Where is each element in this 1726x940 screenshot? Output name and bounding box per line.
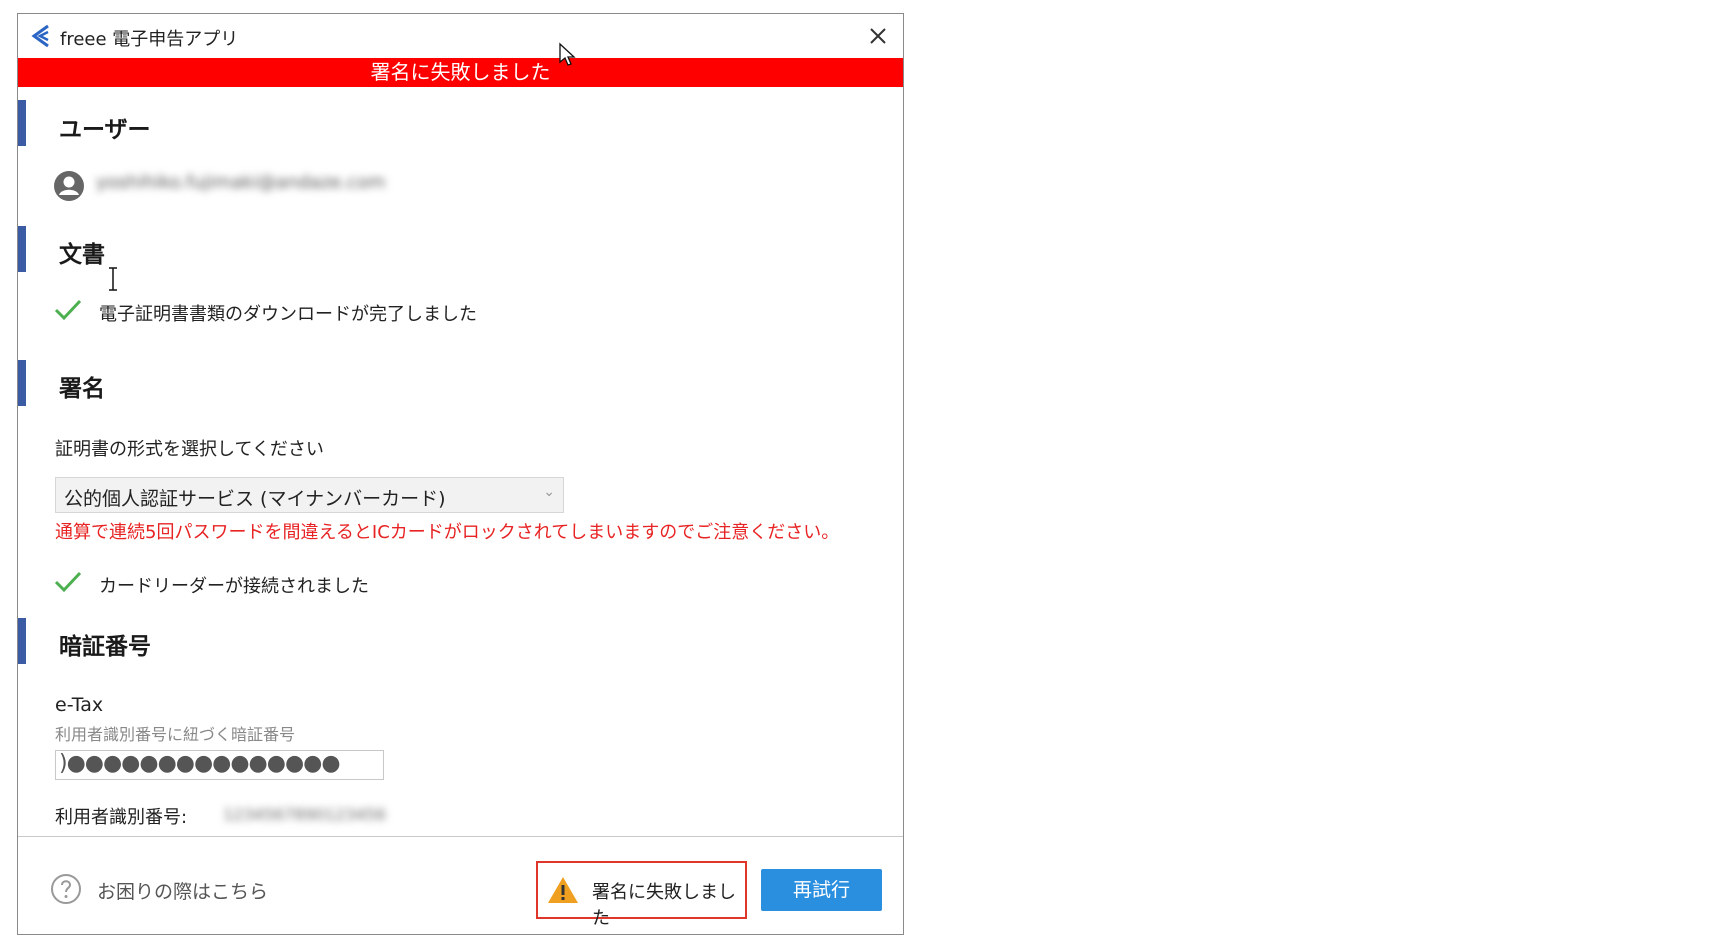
error-banner: 署名に失敗しました bbox=[18, 58, 903, 87]
section-marker bbox=[18, 100, 26, 146]
etax-label: e-Tax bbox=[55, 694, 104, 716]
app-title: freee 電子申告アプリ bbox=[60, 29, 239, 50]
check-icon bbox=[54, 299, 82, 321]
certificate-format-select[interactable]: 公的個人認証サービス (マイナンバーカード) ⌄ bbox=[55, 477, 564, 513]
help-link[interactable]: お困りの際はこちら bbox=[97, 877, 268, 904]
retry-button[interactable]: 再試行 bbox=[761, 869, 882, 911]
status-message: 署名に失敗しました bbox=[592, 882, 736, 929]
avatar-icon bbox=[54, 171, 84, 201]
chevron-down-icon: ⌄ bbox=[543, 484, 555, 500]
section-marker bbox=[18, 618, 26, 664]
section-marker bbox=[18, 226, 26, 272]
freee-logo-icon bbox=[31, 24, 49, 48]
section-title-user: ユーザー bbox=[59, 117, 151, 143]
user-id-value: 1234567890123456 bbox=[223, 805, 386, 824]
close-icon[interactable] bbox=[865, 23, 891, 49]
section-title-signature: 署名 bbox=[59, 376, 105, 402]
mouse-cursor-icon bbox=[559, 42, 576, 66]
title-bar: freee 電子申告アプリ bbox=[18, 14, 903, 58]
app-window: freee 電子申告アプリ 署名に失敗しました ユーザー yoshihiko.f… bbox=[17, 13, 904, 935]
help-icon[interactable] bbox=[50, 873, 82, 905]
check-icon bbox=[54, 571, 82, 593]
pin-input[interactable]: )●●●●●●●●●●●●●●● bbox=[55, 750, 384, 780]
user-id-label: 利用者識別番号: bbox=[55, 807, 188, 828]
certificate-format-label: 証明書の形式を選択してください bbox=[55, 439, 324, 460]
certificate-format-value: 公的個人認証サービス (マイナンバーカード) bbox=[64, 488, 446, 510]
warning-icon bbox=[548, 877, 578, 903]
section-marker bbox=[18, 360, 26, 406]
section-title-document: 文書 bbox=[59, 242, 105, 268]
download-status: 電子証明書書類のダウンロードが完了しました bbox=[99, 304, 477, 325]
section-title-pin: 暗証番号 bbox=[59, 634, 151, 660]
lock-warning: 通算で連続5回パスワードを間違えるとICカードがロックされてしまいますのでご注意… bbox=[55, 522, 840, 543]
card-reader-status: カードリーダーが接続されました bbox=[99, 576, 369, 597]
user-email: yoshihiko.fujimaki@andaze.com bbox=[96, 172, 386, 193]
footer-divider bbox=[18, 836, 903, 837]
etax-sublabel: 利用者識別番号に紐づく暗証番号 bbox=[55, 725, 296, 744]
signature-status: 署名に失敗しました bbox=[536, 861, 747, 929]
text-cursor-icon bbox=[109, 267, 117, 291]
